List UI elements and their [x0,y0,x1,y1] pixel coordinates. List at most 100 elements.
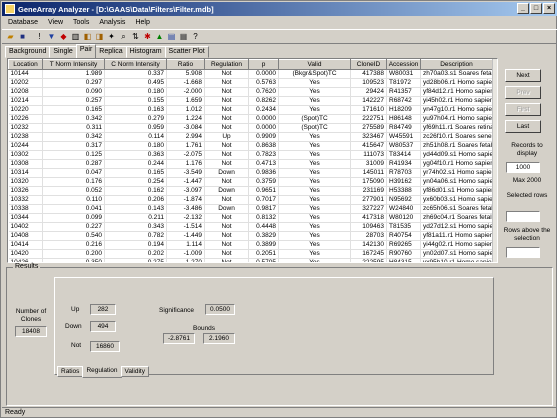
table-row[interactable]: 10326 0.052 0.162 -3.097 Down 0.9651 Yes 231169… [8,186,493,196]
table-row[interactable]: 10338 0.041 0.143 -3.486 Down 0.9817 Yes 327227… [8,204,493,214]
table-cell: 277901 [350,195,387,205]
table-cell: Not [204,150,249,160]
data-grid[interactable]: Location T Norm Intensity C Norm Intensity… [7,58,498,263]
column-header[interactable]: p [248,59,279,70]
table-row[interactable]: 10214 0.257 0.155 1.659 Not 0.8262 Yes 142227 R6… [8,96,493,106]
column-header[interactable]: Regulation [204,59,249,70]
table-icon[interactable]: ▥ [70,31,81,42]
table-cell: R90760 [386,249,421,259]
menu-help[interactable]: Help [135,19,149,26]
column-header[interactable]: T Norm Intensity [42,59,105,70]
table-row[interactable]: 10420 0.200 0.202 -1.009 Not 0.2051 Yes 167245 R… [8,249,493,259]
open-icon[interactable]: ▰ [5,31,16,42]
table-row[interactable]: 10320 0.176 0.254 -1.447 Not 0.3759 Yes 175090 H… [8,177,493,187]
table-row[interactable]: 10220 0.165 0.163 1.012 Not 0.2434 Yes 171610 H1… [8,105,493,115]
prev-button[interactable]: Prev [505,86,541,99]
settings-icon[interactable]: ▦ [178,31,189,42]
table-row[interactable]: 10232 0.311 0.959 -3.084 Not 0.0000 (Spot)TC 27… [8,123,493,133]
table-cell: Yes [278,168,351,178]
menu-tools[interactable]: Tools [73,19,89,26]
table-row[interactable]: 10402 0.227 0.343 -1.514 Not 0.4448 Yes 109463 T… [8,222,493,232]
table-cell: H53388 [386,186,421,196]
tab-ratios[interactable]: Ratios [57,366,84,377]
close-button[interactable]: × [543,3,555,14]
menu-database[interactable]: Database [8,19,38,26]
rows-above-input[interactable] [506,247,540,258]
table-row[interactable]: 10202 0.297 0.495 -1.668 Not 0.5763 Yes 109523 T… [8,78,493,88]
print-icon[interactable]: ! [34,31,45,42]
table-cell: 0.176 [42,177,105,187]
table-cell: 10420 [8,249,43,259]
paste-icon[interactable]: ◨ [94,31,105,42]
table-cell: 10302 [8,150,43,160]
records-input[interactable]: 1000 [506,162,540,173]
tab-replica[interactable]: Replica [95,46,127,58]
column-header[interactable]: Accession [386,59,421,70]
first-button[interactable]: First [505,103,541,116]
tab-histogram[interactable]: Histogram [125,46,166,58]
table-cell: yn04a06.s1 Homo sapiens ... [420,177,493,187]
copy-icon[interactable]: ◧ [82,31,93,42]
column-header[interactable]: Valid [278,59,351,70]
table-row[interactable]: 10332 0.110 0.206 -1.874 Not 0.7017 Yes 277901 N… [8,195,493,205]
tab-scatter-plot[interactable]: Scatter Plot [164,46,209,58]
table-cell: R41934 [386,159,421,169]
tab-validity[interactable]: Validity [120,366,149,377]
table-cell: R84749 [386,123,421,133]
table-cell: 0.495 [104,78,167,88]
table-row[interactable]: 10426 0.350 0.275 1.270 Not 0.5705 Yes 222595 H8… [8,258,493,262]
table-cell: 0.090 [42,87,105,97]
significance-value[interactable]: 0.0500 [205,304,235,315]
next-button[interactable]: Next [505,69,541,82]
save-icon[interactable]: ■ [17,31,28,42]
table-row[interactable]: 10144 1.989 0.337 5.908 Not 0.0000 (Bkgr&Spot)… [8,69,493,79]
import-icon[interactable]: ▤ [166,31,177,42]
table-row[interactable]: 10408 0.540 0.782 -1.449 Not 0.3829 Yes 28703 R4… [8,231,493,241]
bound-low-value: -2.8761 [163,333,195,344]
export-icon[interactable]: ▲ [154,31,165,42]
table-cell: -1.009 [166,249,205,259]
selected-rows-input[interactable] [506,211,540,222]
chart-icon[interactable]: ◆ [58,31,69,42]
column-header[interactable]: Description [420,59,493,70]
tab-single[interactable]: Single [49,46,77,58]
table-row[interactable]: 10414 0.216 0.194 1.114 Not 0.3899 Yes 142130 R6… [8,240,493,250]
scatter-icon[interactable]: ✱ [142,31,153,42]
last-button[interactable]: Last [505,120,541,133]
menu-view[interactable]: View [48,19,63,26]
table-row[interactable]: 10344 0.099 0.211 -2.132 Not 0.8132 Yes 417318 W… [8,213,493,223]
table-row[interactable]: 10208 0.090 0.180 -2.000 Not 0.7620 Yes 29424 R4… [8,87,493,97]
sort-icon[interactable]: ⇅ [130,31,141,42]
tab-background[interactable]: Background [5,46,51,58]
table-row[interactable]: 10314 0.047 0.165 -3.549 Down 0.9836 Yes 145011… [8,168,493,178]
table-cell: 10338 [8,204,43,214]
minimize-button[interactable]: _ [517,3,529,14]
table-cell: 0.2051 [248,249,279,259]
find-icon[interactable]: ⌕ [118,31,129,42]
down-label: Down [65,323,82,330]
grid-scrollbar[interactable] [492,59,497,262]
table-row[interactable]: 10238 0.342 0.114 2.994 Up 0.9909 Yes 323467 W45… [8,132,493,142]
maximize-button[interactable]: □ [530,3,542,14]
menu-analysis[interactable]: Analysis [99,19,125,26]
table-cell: W24840 [386,204,421,214]
tab-regulation[interactable]: Regulation [82,366,122,378]
table-row[interactable]: 10308 0.287 0.244 1.176 Not 0.4713 Yes 31009 R41… [8,159,493,169]
column-header[interactable]: Location [8,59,43,70]
table-row[interactable]: 10302 0.125 0.363 -2.075 Not 0.7823 Yes 111073 T… [8,150,493,160]
table-row[interactable]: 10244 0.317 0.180 1.761 Not 0.8638 Yes 415647 W8… [8,141,493,151]
help-icon[interactable]: ? [190,31,201,42]
column-header[interactable]: C Norm Intensity [104,59,167,70]
column-header[interactable]: Ratio [166,59,205,70]
table-cell: 1.224 [166,114,205,124]
tab-pair[interactable]: Pair [75,44,97,58]
table-cell: Not [204,78,249,88]
table-cell: R68742 [386,96,421,106]
table-cell: 29424 [350,87,387,97]
table-cell: 0.8638 [248,141,279,151]
filter-icon[interactable]: ▼ [46,31,57,42]
delete-icon[interactable]: ✦ [106,31,117,42]
column-header[interactable]: CloneID [350,59,387,70]
table-row[interactable]: 10226 0.342 0.279 1.224 Not 0.0000 (Spot)TC 222… [8,114,493,124]
table-cell: Not [204,114,249,124]
